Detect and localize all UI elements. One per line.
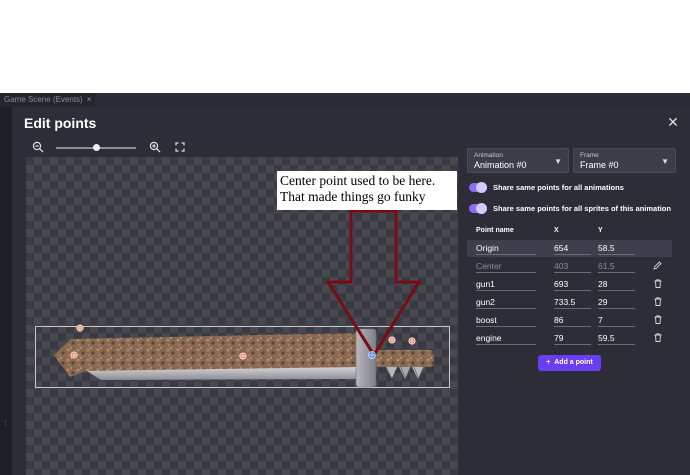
point-marker-origin <box>368 351 376 359</box>
column-header-point-name: Point name <box>476 227 514 234</box>
frame-select-value: Frame #0 <box>580 160 619 170</box>
sprite-canvas[interactable]: Center point used to be here. That made … <box>26 157 458 475</box>
trash-icon[interactable] <box>654 279 662 288</box>
add-point-label: Add a point <box>554 359 593 366</box>
point-name-field[interactable]: gun2 <box>476 297 536 309</box>
zoom-out-icon[interactable] <box>32 141 44 153</box>
tab-game-scene-events[interactable]: Game Scene (Events) × <box>0 93 96 107</box>
trash-icon[interactable] <box>654 315 662 324</box>
editor-left-panel: ⋮⋮ <box>0 107 16 475</box>
animation-select-value: Animation #0 <box>474 160 527 170</box>
table-row[interactable]: gun2 733.5 29 <box>467 294 672 311</box>
point-x-field[interactable]: 79 <box>554 333 591 345</box>
toggle-knob <box>476 203 487 214</box>
point-x-field[interactable]: 654 <box>554 243 591 255</box>
animation-select-label: Animation <box>474 152 503 159</box>
trash-icon[interactable] <box>654 333 662 342</box>
close-icon[interactable]: ✕ <box>666 115 680 129</box>
point-y-field[interactable]: 58.5 <box>598 243 635 255</box>
point-name-field: Center <box>476 261 536 273</box>
point-y-field[interactable]: 29 <box>598 297 635 309</box>
chevron-down-icon: ▼ <box>661 157 669 166</box>
sword-handle <box>374 350 434 367</box>
chevron-down-icon: ▼ <box>554 157 562 166</box>
column-header-y: Y <box>598 227 603 234</box>
point-y-field[interactable]: 59.5 <box>598 333 635 345</box>
tab-label: Game Scene (Events) <box>4 95 83 104</box>
point-name-field[interactable]: gun1 <box>476 279 536 291</box>
fit-to-view-icon[interactable] <box>175 142 185 152</box>
zoom-slider-handle[interactable] <box>92 144 100 151</box>
frame-select-label: Frame <box>580 152 599 159</box>
frame-select[interactable]: Frame Frame #0 ▼ <box>573 148 676 173</box>
point-marker-engine <box>70 351 78 359</box>
point-x-field[interactable]: 733.5 <box>554 297 591 309</box>
point-x-field[interactable]: 693 <box>554 279 591 291</box>
toggle-knob <box>476 182 487 193</box>
point-y-field[interactable]: 7 <box>598 315 635 327</box>
point-name-field[interactable]: boost <box>476 315 536 327</box>
annotation-line-2: That made things go funky <box>280 189 426 204</box>
point-y-field[interactable]: 28 <box>598 279 635 291</box>
share-animations-label: Share same points for all animations <box>493 183 624 192</box>
point-y-field[interactable]: 61.5 <box>598 261 635 273</box>
edit-points-dialog: Edit points ✕ Center point used to be he… <box>12 107 690 475</box>
point-x-field[interactable]: 403 <box>554 261 591 273</box>
table-row[interactable]: Origin 654 58.5 <box>467 240 672 257</box>
trash-icon[interactable] <box>654 297 662 306</box>
point-name-field[interactable]: engine <box>476 333 536 345</box>
point-marker-gun2 <box>408 337 416 345</box>
tab-close-icon[interactable]: × <box>87 95 92 104</box>
table-row[interactable]: Center 403 61.5 <box>467 258 672 275</box>
annotation-line-1: Center point used to be here. <box>280 173 436 188</box>
share-sprites-toggle[interactable] <box>469 203 487 214</box>
column-header-x: X <box>554 227 559 234</box>
table-row[interactable]: boost 86 7 <box>467 312 672 329</box>
annotation-note: Center point used to be here. That made … <box>277 171 457 210</box>
point-name-field[interactable]: Origin <box>476 243 536 255</box>
share-sprites-label: Share same points for all sprites of thi… <box>493 204 671 213</box>
animation-select[interactable]: Animation Animation #0 ▼ <box>467 148 569 173</box>
zoom-in-icon[interactable] <box>149 141 161 153</box>
dialog-title: Edit points <box>24 115 97 131</box>
add-icon: + <box>546 359 551 366</box>
point-marker-gun1 <box>388 336 396 344</box>
point-marker-boost <box>76 324 84 332</box>
table-row[interactable]: gun1 693 28 <box>467 276 672 293</box>
point-x-field[interactable]: 86 <box>554 315 591 327</box>
screen: Game Scene (Events) × ⋮⋮ Edit points ✕ C… <box>0 0 690 475</box>
point-marker-center <box>239 352 247 360</box>
add-point-button[interactable]: + Add a point <box>538 355 601 371</box>
editor-tab-bar <box>0 93 690 107</box>
share-animations-toggle[interactable] <box>469 182 487 193</box>
table-row[interactable]: engine 79 59.5 <box>467 330 672 347</box>
edit-icon[interactable] <box>653 261 662 270</box>
